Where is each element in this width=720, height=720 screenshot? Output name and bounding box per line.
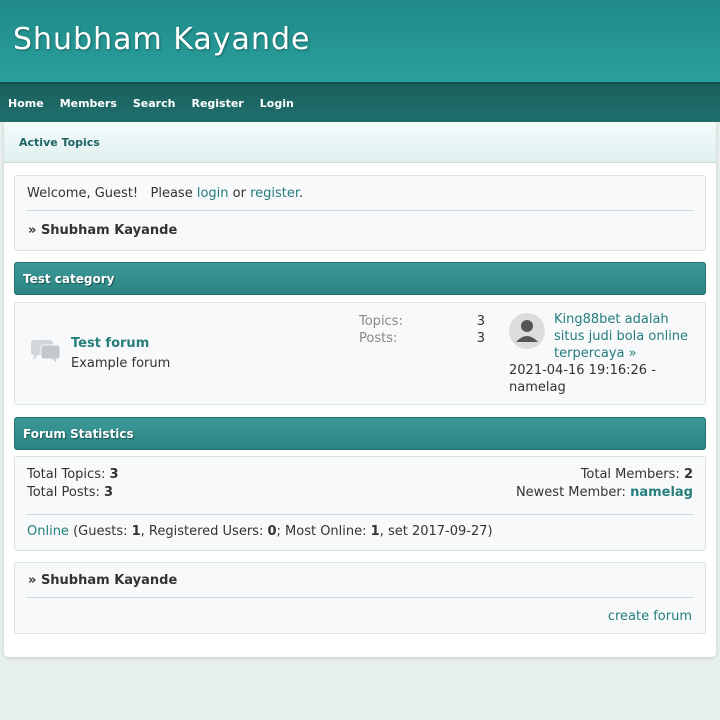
- chat-bubbles-icon: [31, 340, 61, 365]
- footer-breadcrumb-home[interactable]: Shubham Kayande: [41, 573, 177, 588]
- forum-statistics-title: Forum Statistics: [23, 426, 134, 441]
- forum-statistics-box: Total Topics: 3 Total Posts: 3 Total Mem…: [14, 456, 706, 551]
- nav-home[interactable]: Home: [8, 97, 44, 110]
- nav-members[interactable]: Members: [60, 97, 117, 110]
- last-post-arrow[interactable]: »: [629, 346, 637, 361]
- last-post: King88bet adalah situs judi bola online …: [554, 311, 699, 362]
- forum-name-link[interactable]: Test forum: [71, 336, 149, 351]
- total-topics: Total Topics: 3: [27, 467, 119, 482]
- main-nav: Home Members Search Register Login: [0, 82, 720, 122]
- site-title: Shubham Kayande: [13, 22, 311, 57]
- divider: [26, 597, 694, 598]
- nav-register[interactable]: Register: [191, 97, 243, 110]
- nav-search[interactable]: Search: [133, 97, 176, 110]
- welcome-message: Welcome, Guest! Please login or register…: [27, 186, 304, 201]
- last-post-link[interactable]: King88bet adalah situs judi bola online …: [554, 312, 688, 361]
- footer-box: » Shubham Kayande create forum: [14, 562, 706, 634]
- forum-description: Example forum: [71, 356, 171, 371]
- login-link[interactable]: login: [197, 186, 229, 201]
- posts-label: Posts:: [359, 331, 398, 346]
- site-header: Shubham Kayande: [0, 0, 720, 82]
- category-title[interactable]: Test category: [23, 272, 114, 286]
- welcome-box: Welcome, Guest! Please login or register…: [14, 175, 706, 251]
- last-post-meta: 2021-04-16 19:16:26 - namelag: [509, 363, 656, 395]
- topics-label: Topics:: [359, 314, 403, 329]
- user-silhouette-icon: [516, 320, 538, 342]
- divider: [26, 514, 694, 515]
- avatar: [509, 313, 545, 349]
- create-forum-link[interactable]: create forum: [608, 609, 692, 624]
- category-header: Test category: [14, 262, 706, 295]
- breadcrumb-home[interactable]: Shubham Kayande: [41, 223, 177, 238]
- active-topics-link[interactable]: Active Topics: [19, 136, 100, 149]
- total-members: Total Members: 2: [580, 467, 693, 482]
- sub-nav: Active Topics: [4, 122, 716, 163]
- forum-statistics-header: Forum Statistics: [14, 417, 706, 450]
- divider: [26, 210, 694, 211]
- topics-count: 3: [476, 314, 485, 329]
- forum-row: Test forum Example forum Topics: 3 Posts…: [14, 302, 706, 405]
- footer-breadcrumb: » Shubham Kayande: [28, 573, 178, 588]
- nav-login[interactable]: Login: [260, 97, 294, 110]
- newest-member: Newest Member: namelag: [515, 485, 693, 500]
- main-panel: Active Topics Welcome, Guest! Please log…: [4, 122, 716, 657]
- online-link[interactable]: Online: [27, 524, 69, 539]
- newest-member-link[interactable]: namelag: [630, 485, 693, 500]
- register-link[interactable]: register: [250, 186, 299, 201]
- online-stats: Online (Guests: 1, Registered Users: 0; …: [27, 524, 493, 539]
- total-posts: Total Posts: 3: [27, 485, 114, 500]
- breadcrumb: » Shubham Kayande: [28, 223, 178, 238]
- posts-count: 3: [476, 331, 485, 346]
